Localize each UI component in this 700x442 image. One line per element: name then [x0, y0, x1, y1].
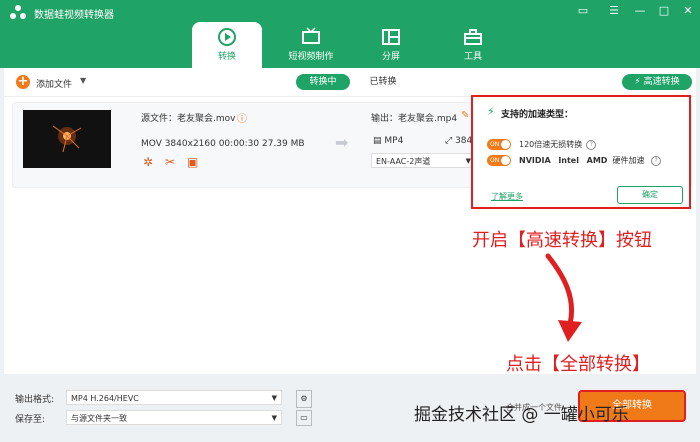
tab-tools[interactable]: 工具	[438, 22, 508, 68]
save-to-select-value: 与源文件夹一致	[71, 414, 127, 423]
video-thumbnail[interactable]	[23, 110, 111, 168]
lightning-icon: ⚡	[634, 77, 641, 87]
high-speed-label: 高速转换	[643, 77, 680, 87]
hardware-option: NVIDIA Intel AMD 硬件加速 ?	[519, 155, 662, 166]
close-icon[interactable]: ✕	[679, 3, 697, 19]
tab-split-screen[interactable]: 分屏	[356, 22, 426, 68]
minimize-icon[interactable]: —	[631, 3, 649, 19]
confirm-button[interactable]: 确定	[617, 186, 683, 204]
output-format-select-value: MP4 H.264/HEVC	[71, 394, 139, 403]
app-logo-icon	[10, 5, 26, 19]
lossless-label: 120倍速无损转换	[519, 140, 583, 149]
info-icon[interactable]: ⓘ	[237, 110, 247, 125]
watermark: 掘金技术社区 @ 一罐小可乐	[414, 405, 629, 425]
help-icon[interactable]: ?	[586, 139, 597, 150]
menu-icon[interactable]: ☰	[605, 3, 623, 19]
folder-icon[interactable]: ▭	[296, 410, 312, 426]
output-format[interactable]: ▤ MP4	[373, 136, 403, 146]
save-to-label: 保存至:	[15, 415, 46, 425]
edit-icon[interactable]: ▣	[187, 155, 198, 169]
tab-convert-label: 转换	[217, 52, 236, 62]
cut-icon[interactable]: ✂	[165, 155, 175, 169]
arrow-right-icon: ➡	[335, 133, 349, 152]
tab-split-screen-label: 分屏	[381, 52, 400, 62]
popup-title: 支持的加速类型：	[501, 110, 574, 120]
lossless-toggle[interactable]: ON	[487, 139, 511, 150]
monitor-icon[interactable]: ▭	[574, 3, 592, 19]
annotation-convert: 点击【全部转换】	[506, 354, 650, 375]
film-icon: ▤	[373, 136, 382, 146]
toolbar: + 添加文件 ▼ 转换中 已转换 ⚡ 高速转换	[4, 68, 696, 97]
firework-image	[52, 125, 82, 153]
maximize-icon[interactable]: □	[655, 3, 673, 19]
audio-track-select[interactable]: EN-AAC-2声道 ▼	[371, 153, 475, 168]
tab-converted[interactable]: 已转换	[360, 74, 406, 90]
save-to-select[interactable]: 与源文件夹一致 ▼	[66, 410, 282, 425]
annotation-speed: 开启【高速转换】按钮	[472, 230, 652, 251]
output-file-label: 输出：老友聚会.mp4	[371, 114, 458, 124]
title-bar: 数据蛙视频转换器 ▭ ☰ — □ ✕ 转换 短视频制作 分屏 工具	[0, 0, 700, 68]
acceleration-popup: ⚡ 支持的加速类型： ON 120倍速无损转换? ON NVIDIA Intel…	[471, 95, 691, 209]
split-screen-icon	[382, 29, 400, 45]
nvidia-label: NVIDIA	[519, 156, 551, 165]
tv-icon	[302, 27, 320, 44]
toolbox-icon	[464, 29, 482, 45]
pencil-icon[interactable]: ✎	[461, 110, 469, 121]
format-settings-icon[interactable]: ⚙	[296, 390, 312, 408]
app-title: 数据蛙视频转换器	[34, 10, 114, 21]
chevron-down-icon[interactable]: ▼	[80, 76, 86, 85]
add-file-icon[interactable]: +	[16, 75, 30, 89]
tab-short-video[interactable]: 短视频制作	[276, 22, 346, 68]
file-meta: MOV 3840x2160 00:00:30 27.39 MB	[141, 139, 305, 149]
output-format-label: 输出格式:	[15, 395, 55, 405]
annotation-arrow-icon	[545, 253, 582, 342]
tab-converting[interactable]: 转换中	[296, 74, 350, 90]
tab-convert[interactable]: 转换	[192, 22, 262, 68]
add-file-button[interactable]: 添加文件	[36, 77, 72, 90]
audio-track-value: EN-AAC-2声道	[376, 157, 431, 166]
lightning-icon: ⚡	[487, 105, 495, 118]
resize-icon: ⤢	[445, 136, 453, 146]
hardware-toggle[interactable]: ON	[487, 155, 511, 166]
hardware-accel-label: 硬件加速	[612, 156, 645, 165]
output-format-value: MP4	[384, 136, 404, 146]
amd-label: AMD	[586, 156, 608, 165]
output-format-select[interactable]: MP4 H.264/HEVC ▼	[66, 390, 282, 405]
magic-wand-icon[interactable]: ✲	[143, 155, 153, 169]
tab-tools-label: 工具	[463, 52, 482, 62]
source-file-label: 源文件：老友聚会.mov	[141, 114, 236, 124]
convert-icon	[218, 28, 236, 46]
tab-short-video-label: 短视频制作	[288, 52, 334, 62]
help-icon[interactable]: ?	[651, 155, 662, 166]
high-speed-convert-button[interactable]: ⚡ 高速转换	[622, 74, 692, 90]
caret-down-icon: ▼	[271, 414, 277, 422]
lossless-option: 120倍速无损转换?	[519, 139, 597, 150]
intel-label: Intel	[558, 156, 579, 165]
caret-down-icon: ▼	[271, 394, 277, 402]
learn-more-link[interactable]: 了解更多	[491, 191, 523, 202]
